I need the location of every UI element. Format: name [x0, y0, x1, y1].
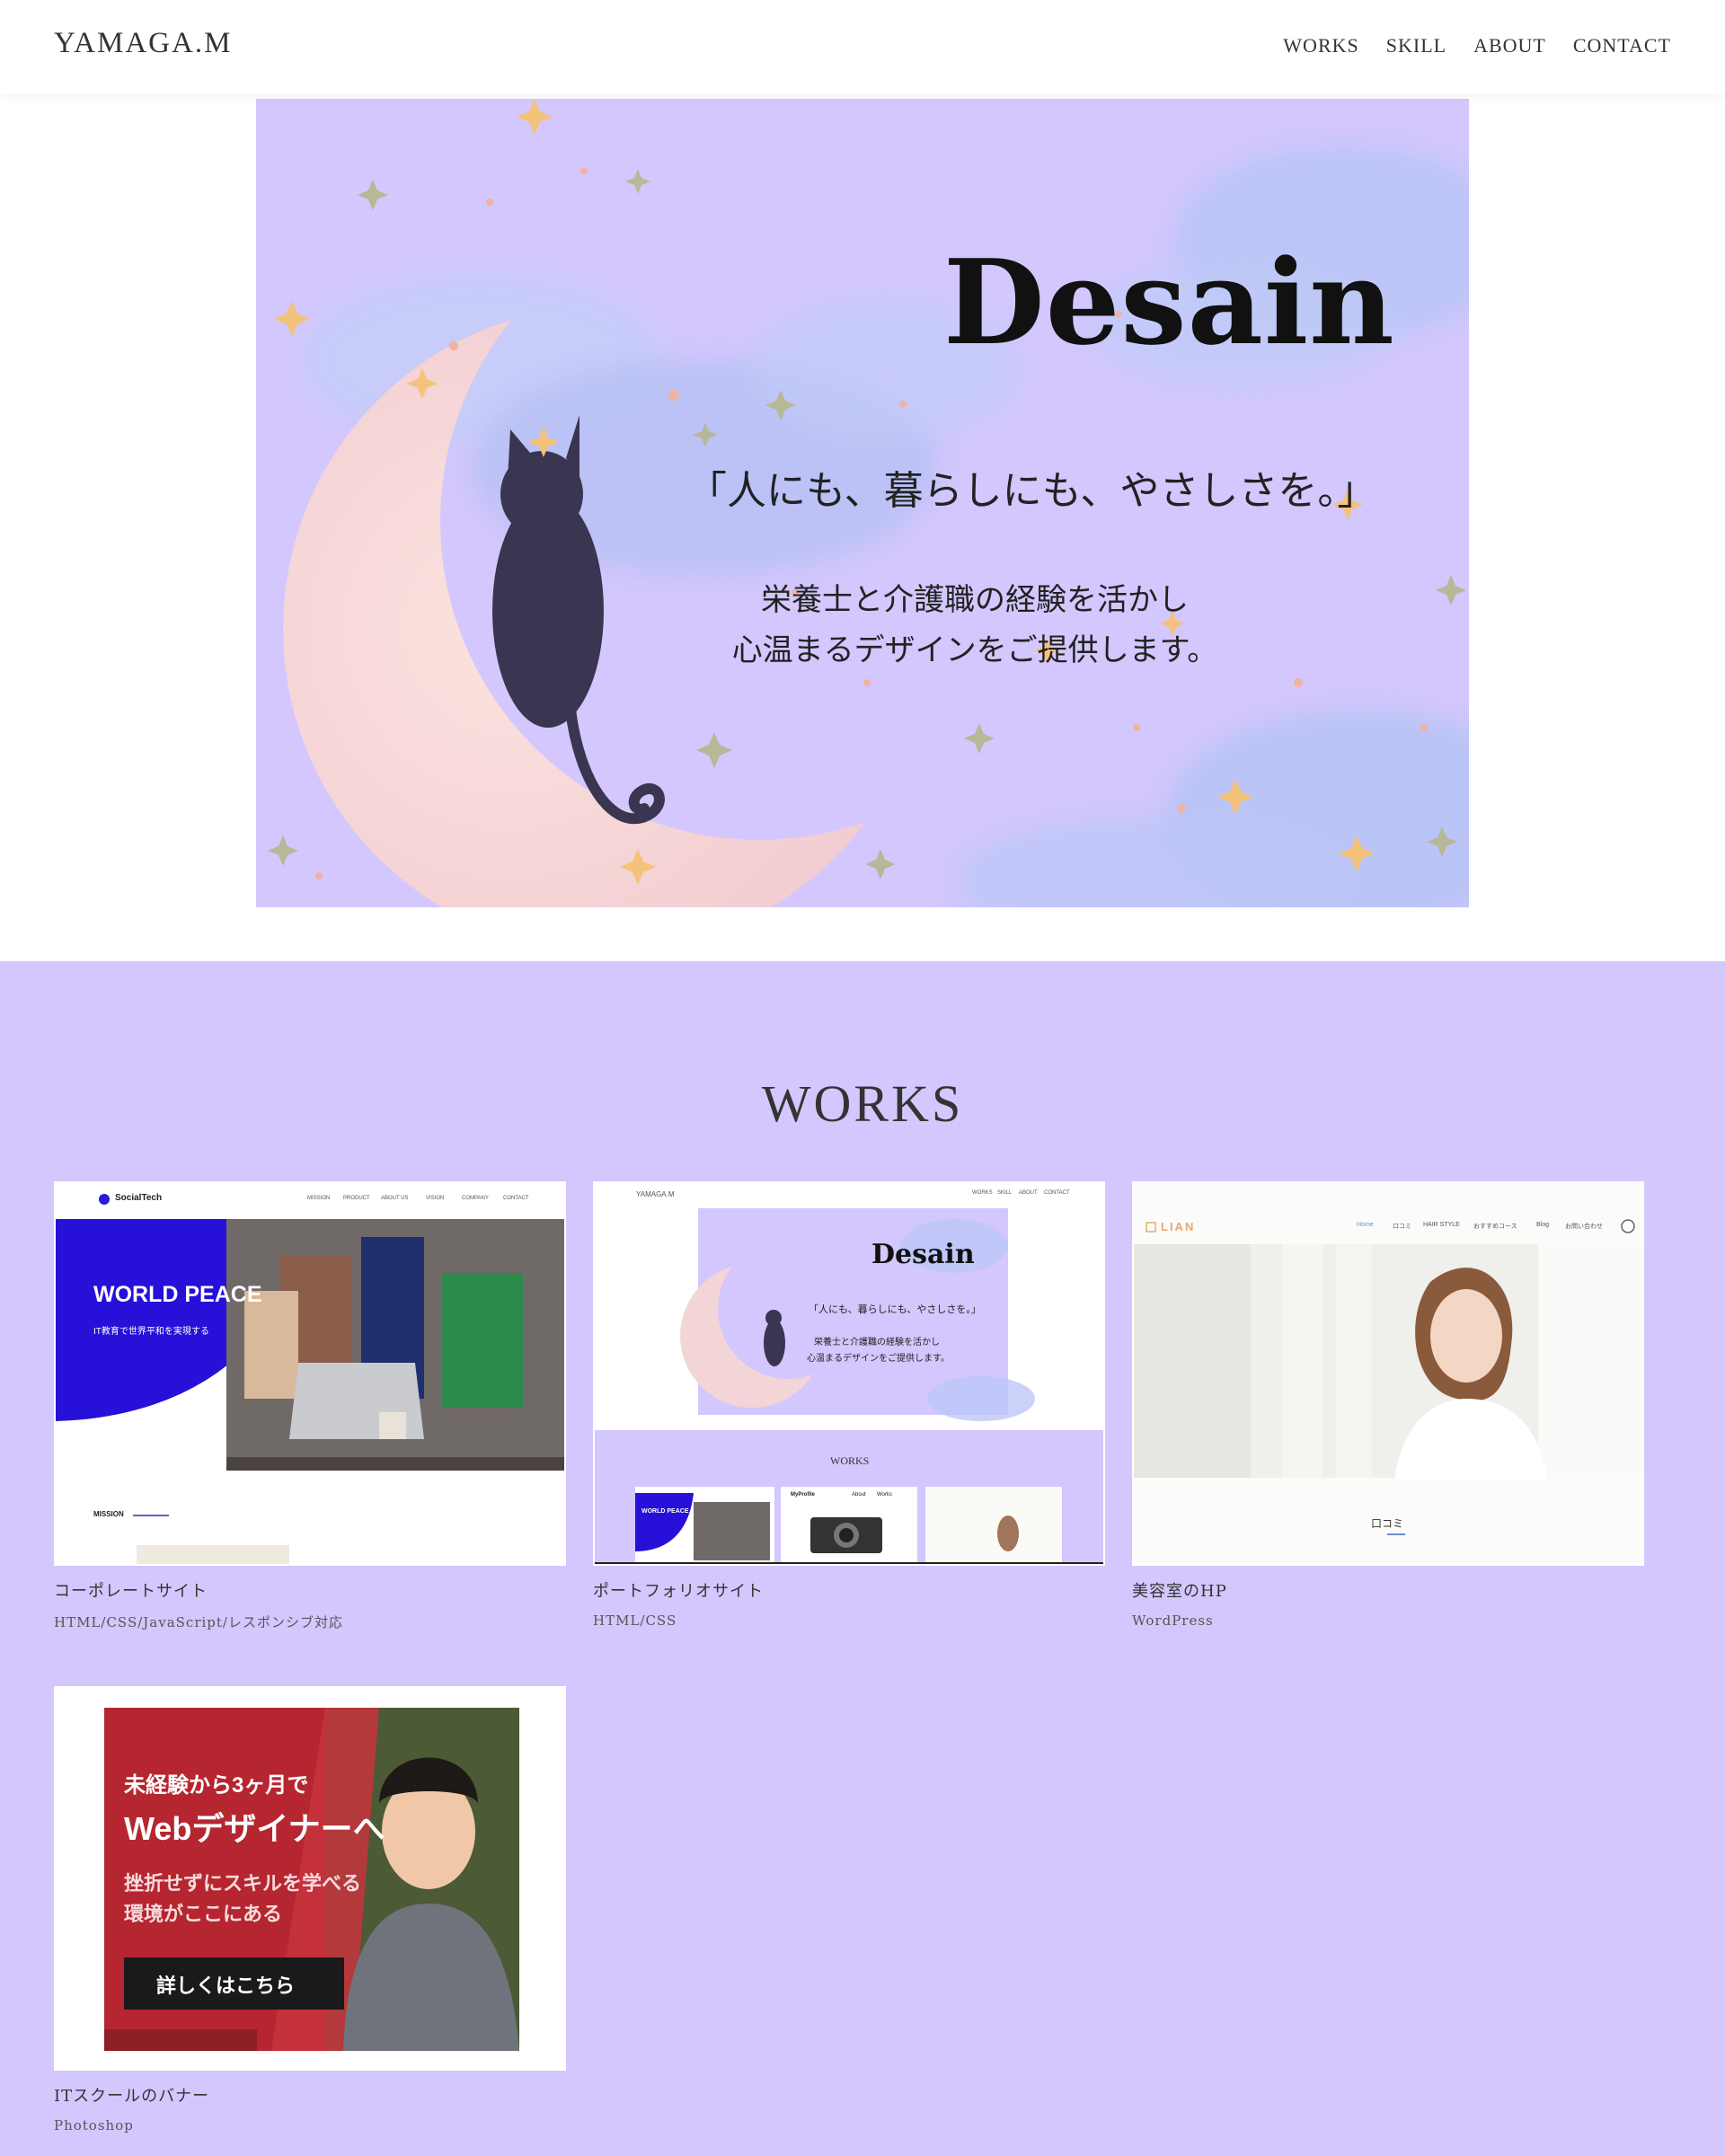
corporate-nav-5: COMPANY — [462, 1196, 489, 1201]
hero-tagline: 「人にも、暮らしにも、やさしさを。」 — [687, 468, 1377, 514]
work-title-portfolio[interactable]: ポートフォリオサイト — [593, 1578, 1105, 1602]
portfolio-mini-title: Desain — [871, 1239, 975, 1270]
salon-nav-2: 口コミ — [1393, 1224, 1411, 1230]
portfolio-mini-works: Works — [877, 1492, 892, 1498]
nav-about[interactable]: ABOUT — [1473, 34, 1546, 57]
banner-line-4: 環境がここにある — [124, 1903, 283, 1925]
hero-description: 栄養士と介護職の経験を活かし 心温まるデザインをご提供します。 — [723, 575, 1226, 676]
main-nav: WORKS SKILL ABOUT CONTACT — [1283, 34, 1671, 57]
work-thumb-portfolio[interactable]: YAMAGA.M WORKS SKILL ABOUT CONTACT Desai… — [593, 1181, 1105, 1566]
portfolio-mini-nav-2: SKILL — [997, 1190, 1013, 1196]
portfolio-mini-headline: WORLD PEACE — [641, 1508, 689, 1515]
corporate-subline: IT教育で世界平和を実現する — [93, 1327, 209, 1337]
hero-title: Desain — [943, 234, 1395, 371]
banner-line-1: 未経験から3ヶ月で — [124, 1773, 309, 1798]
salon-nav-1: Home — [1357, 1222, 1374, 1228]
work-tags-banner: Photoshop — [54, 2117, 134, 2134]
corporate-headline: WORLD PEACE — [93, 1282, 262, 1307]
corporate-nav-4: VISION — [426, 1196, 445, 1201]
salon-nav-4: おすすめコース — [1473, 1224, 1517, 1230]
work-card-banner[interactable]: 未経験から3ヶ月で Webデザイナーへ 挫折せずにスキルを学べる 環境がここにあ… — [54, 1686, 566, 2134]
salon-nav-6: お問い合わせ — [1565, 1224, 1603, 1230]
work-card-portfolio[interactable]: YAMAGA.M WORKS SKILL ABOUT CONTACT Desai… — [593, 1181, 1105, 1629]
portfolio-mini-logo: YAMAGA.M — [636, 1190, 675, 1198]
nav-skill[interactable]: SKILL — [1386, 34, 1446, 57]
portfolio-mini-about: About — [852, 1492, 866, 1498]
hero-banner: Desain 「人にも、暮らしにも、やさしさを。」 栄養士と介護職の経験を活かし… — [256, 99, 1469, 907]
corporate-nav-6: CONTACT — [503, 1196, 529, 1201]
work-title-banner[interactable]: ITスクールのバナー — [54, 2083, 566, 2107]
site-logo[interactable]: YAMAGA.M — [54, 27, 232, 60]
banner-cta-button: 詳しくはこちら — [156, 1975, 296, 1997]
corporate-brand: SocialTech — [115, 1193, 163, 1203]
work-thumb-banner[interactable]: 未経験から3ヶ月で Webデザイナーへ 挫折せずにスキルを学べる 環境がここにあ… — [54, 1686, 566, 2071]
portfolio-mini-nav-3: ABOUT — [1019, 1190, 1038, 1196]
salon-logo: LIAN — [1161, 1220, 1196, 1233]
salon-site-preview — [1134, 1183, 1642, 1564]
banner-line-3: 挫折せずにスキルを学べる — [124, 1872, 362, 1895]
hero-description-line-1: 栄養士と介護職の経験を活かし — [761, 582, 1189, 618]
portfolio-mini-nav-1: WORKS — [972, 1190, 993, 1196]
work-tags-salon: WordPress — [1132, 1613, 1214, 1629]
work-thumb-salon[interactable]: LIAN Home 口コミ HAIR STYLE おすすめコース Blog お問… — [1132, 1181, 1644, 1566]
work-tags-portfolio: HTML/CSS — [593, 1613, 677, 1629]
portfolio-mini-tagline: 「人にも、暮らしにも、やさしさを。」 — [809, 1304, 981, 1315]
work-title-corporate[interactable]: コーポレートサイト — [54, 1578, 566, 1602]
site-header: YAMAGA.M WORKS SKILL ABOUT CONTACT — [0, 0, 1725, 94]
work-tags-corporate: HTML/CSS/JavaScript/レスポンシブ対応 — [54, 1614, 343, 1630]
corporate-section-label: MISSION — [93, 1510, 124, 1518]
corporate-nav-2: PRODUCT — [343, 1196, 370, 1201]
salon-section-label: 口コミ — [1371, 1517, 1404, 1530]
works-section: WORKS SocialTech MISSION PRODUCT ABOUT U… — [0, 961, 1725, 2156]
work-title-salon[interactable]: 美容室のHP — [1132, 1578, 1644, 1602]
portfolio-mini-nav-4: CONTACT — [1044, 1190, 1070, 1196]
work-card-salon[interactable]: LIAN Home 口コミ HAIR STYLE おすすめコース Blog お問… — [1132, 1181, 1644, 1629]
work-thumb-corporate[interactable]: SocialTech MISSION PRODUCT ABOUT US VISI… — [54, 1181, 566, 1566]
salon-nav-5: Blog — [1536, 1222, 1550, 1228]
works-heading: WORKS — [761, 1074, 964, 1133]
corporate-site-preview — [56, 1183, 564, 1564]
nav-contact[interactable]: CONTACT — [1573, 34, 1671, 57]
corporate-nav-3: ABOUT US — [381, 1196, 409, 1201]
nav-works[interactable]: WORKS — [1283, 34, 1358, 57]
portfolio-mini-desc-1: 栄養士と介護職の経験を活かし — [814, 1338, 940, 1348]
salon-nav-3: HAIR STYLE — [1423, 1222, 1460, 1228]
hero-description-line-2: 心温まるデザインをご提供します。 — [731, 632, 1218, 668]
work-card-corporate[interactable]: SocialTech MISSION PRODUCT ABOUT US VISI… — [54, 1181, 566, 1631]
portfolio-mini-profile: MyProfile — [791, 1492, 816, 1498]
portfolio-mini-desc-2: 心温まるデザインをご提供します。 — [807, 1354, 950, 1364]
portfolio-mini-works-heading: WORKS — [830, 1454, 870, 1467]
banner-line-2: Webデザイナーへ — [124, 1810, 385, 1847]
corporate-nav-1: MISSION — [307, 1196, 331, 1201]
